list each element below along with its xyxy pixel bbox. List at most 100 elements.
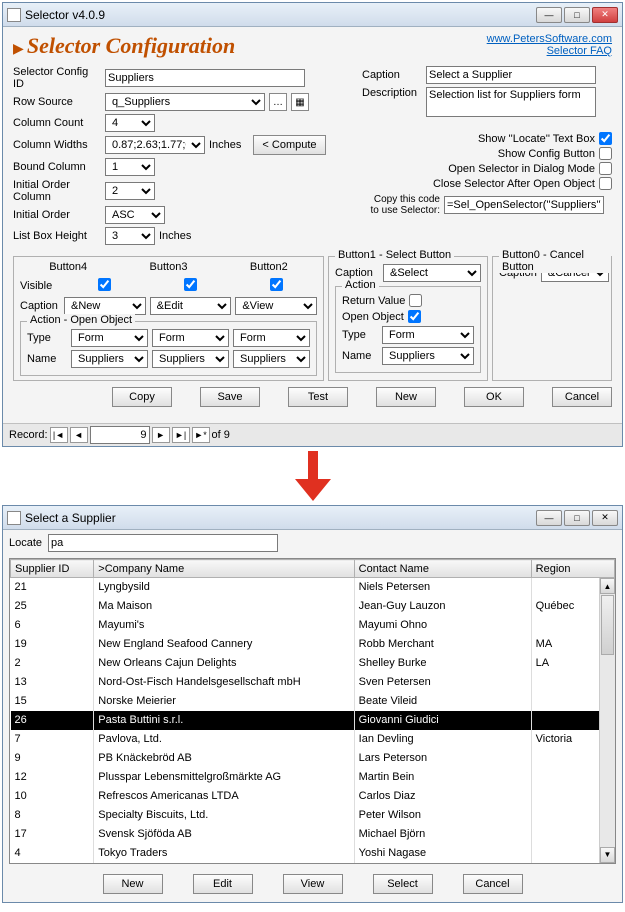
view-button-2[interactable]: View: [283, 874, 343, 894]
minimize-button-2[interactable]: —: [536, 510, 562, 526]
table-cell: Peter Wilson: [354, 806, 531, 825]
scroll-up-button[interactable]: ▲: [600, 578, 615, 594]
table-cell: Ian Devling: [354, 730, 531, 749]
type-2-select[interactable]: Form: [233, 329, 310, 347]
col-company-name[interactable]: >Company Name: [94, 560, 354, 578]
scroll-thumb[interactable]: [601, 595, 614, 655]
nav-of-label: of 9: [212, 429, 230, 441]
visible-4-checkbox[interactable]: [98, 278, 111, 291]
arrow-down-icon: [293, 451, 333, 501]
close-button[interactable]: ✕: [592, 7, 618, 23]
compute-button[interactable]: < Compute: [253, 135, 325, 155]
table-row[interactable]: 26Pasta Buttini s.r.l.Giovanni Giudici: [11, 711, 615, 730]
scroll-down-button[interactable]: ▼: [600, 847, 615, 863]
table-cell: 17: [11, 825, 94, 844]
ok-button[interactable]: OK: [464, 387, 524, 407]
close-after-checkbox[interactable]: [599, 177, 612, 190]
save-button[interactable]: Save: [200, 387, 260, 407]
name-3-select[interactable]: Suppliers: [152, 350, 229, 368]
titlebar[interactable]: Selector v4.0.9 — □ ✕: [3, 3, 622, 27]
edit-button-2[interactable]: Edit: [193, 874, 253, 894]
titlebar-2[interactable]: Select a Supplier — □ ✕: [3, 506, 622, 530]
caption-4-select[interactable]: &New: [64, 297, 146, 315]
table-row[interactable]: 6Mayumi'sMayumi Ohno: [11, 616, 615, 635]
table-row[interactable]: 21LyngbysildNiels Petersen: [11, 578, 615, 597]
link-website[interactable]: www.PetersSoftware.com: [487, 33, 612, 45]
table-row[interactable]: 19New England Seafood CanneryRobb Mercha…: [11, 635, 615, 654]
table-row[interactable]: 15Norske MeierierBeate Vileid: [11, 692, 615, 711]
test-button[interactable]: Test: [288, 387, 348, 407]
initial-order-select[interactable]: ASC: [105, 206, 165, 224]
description-input[interactable]: [426, 87, 596, 117]
table-row[interactable]: 17Svensk Sjöföda ABMichael Björn: [11, 825, 615, 844]
caption-2-select[interactable]: &View: [235, 297, 317, 315]
col-contact-name[interactable]: Contact Name: [354, 560, 531, 578]
table-row[interactable]: 12Plusspar Lebensmittelgroßmärkte AGMart…: [11, 768, 615, 787]
col-region[interactable]: Region: [531, 560, 614, 578]
table-cell: 4: [11, 844, 94, 863]
cancel-button[interactable]: Cancel: [552, 387, 612, 407]
maximize-button[interactable]: □: [564, 7, 590, 23]
table-cell: Shelley Burke: [354, 654, 531, 673]
table-row[interactable]: 10Refrescos Americanas LTDACarlos Diaz: [11, 787, 615, 806]
list-box-height-select[interactable]: 3: [105, 227, 155, 245]
lbl-config-id: Selector Config ID: [13, 66, 101, 90]
open-dialog-checkbox[interactable]: [599, 162, 612, 175]
table-row[interactable]: 4Tokyo TradersYoshi Nagase: [11, 844, 615, 863]
new-button-2[interactable]: New: [103, 874, 163, 894]
open-object-checkbox[interactable]: [408, 310, 421, 323]
maximize-button-2[interactable]: □: [564, 510, 590, 526]
lbl-initial-order: Initial Order: [13, 209, 101, 221]
table-row[interactable]: 8Specialty Biscuits, Ltd.Peter Wilson: [11, 806, 615, 825]
nav-prev-button[interactable]: ◄: [70, 427, 88, 443]
show-locate-checkbox[interactable]: [599, 132, 612, 145]
grid-icon[interactable]: ▦: [291, 93, 309, 111]
lbl-copy-code: Copy this code to use Selector:: [362, 194, 440, 216]
return-value-checkbox[interactable]: [409, 294, 422, 307]
type-4-select[interactable]: Form: [71, 329, 148, 347]
col-supplier-id[interactable]: Supplier ID: [11, 560, 94, 578]
nav-new-button[interactable]: ►*: [192, 427, 210, 443]
nav-position-input[interactable]: [90, 426, 150, 444]
minimize-button[interactable]: —: [536, 7, 562, 23]
caption-1-select[interactable]: &Select: [383, 264, 481, 282]
nav-last-button[interactable]: ►|: [172, 427, 190, 443]
close-button-2[interactable]: ✕: [592, 510, 618, 526]
locate-input[interactable]: [48, 534, 278, 552]
ellipsis-button[interactable]: …: [269, 93, 287, 111]
table-scrollbar[interactable]: ▲ ▼: [599, 578, 615, 863]
bound-column-select[interactable]: 1: [105, 158, 155, 176]
table-row[interactable]: 9PB Knäckebröd ABLars Peterson: [11, 749, 615, 768]
table-cell: Niels Petersen: [354, 578, 531, 597]
table-row[interactable]: 25Ma MaisonJean-Guy LauzonQuébec: [11, 597, 615, 616]
config-id-input[interactable]: [105, 69, 305, 87]
caption-input[interactable]: [426, 66, 596, 84]
table-row[interactable]: 7Pavlova, Ltd.Ian DevlingVictoria: [11, 730, 615, 749]
name-4-select[interactable]: Suppliers: [71, 350, 148, 368]
visible-2-checkbox[interactable]: [270, 278, 283, 291]
table-row[interactable]: 2New Orleans Cajun DelightsShelley Burke…: [11, 654, 615, 673]
column-widths-select[interactable]: 0.87;2.63;1.77;0: [105, 136, 205, 154]
copy-code-input[interactable]: [444, 196, 604, 214]
caption-3-select[interactable]: &Edit: [150, 297, 232, 315]
name-2-select[interactable]: Suppliers: [233, 350, 310, 368]
row-source-select[interactable]: q_Suppliers: [105, 93, 265, 111]
select-button-2[interactable]: Select: [373, 874, 433, 894]
show-config-checkbox[interactable]: [599, 147, 612, 160]
visible-3-checkbox[interactable]: [184, 278, 197, 291]
lbl-bound-column: Bound Column: [13, 161, 101, 173]
name-1-select[interactable]: Suppliers: [382, 347, 474, 365]
link-faq[interactable]: Selector FAQ: [487, 45, 612, 57]
nav-next-button[interactable]: ►: [152, 427, 170, 443]
table-cell: 6: [11, 616, 94, 635]
table-row[interactable]: 13Nord-Ost-Fisch Handelsgesellschaft mbH…: [11, 673, 615, 692]
lbl-type-1: Type: [342, 329, 378, 341]
nav-first-button[interactable]: |◄: [50, 427, 68, 443]
new-button[interactable]: New: [376, 387, 436, 407]
cancel-button-2[interactable]: Cancel: [463, 874, 523, 894]
column-count-select[interactable]: 4: [105, 114, 155, 132]
initial-order-col-select[interactable]: 2: [105, 182, 155, 200]
copy-button[interactable]: Copy: [112, 387, 172, 407]
type-1-select[interactable]: Form: [382, 326, 474, 344]
type-3-select[interactable]: Form: [152, 329, 229, 347]
